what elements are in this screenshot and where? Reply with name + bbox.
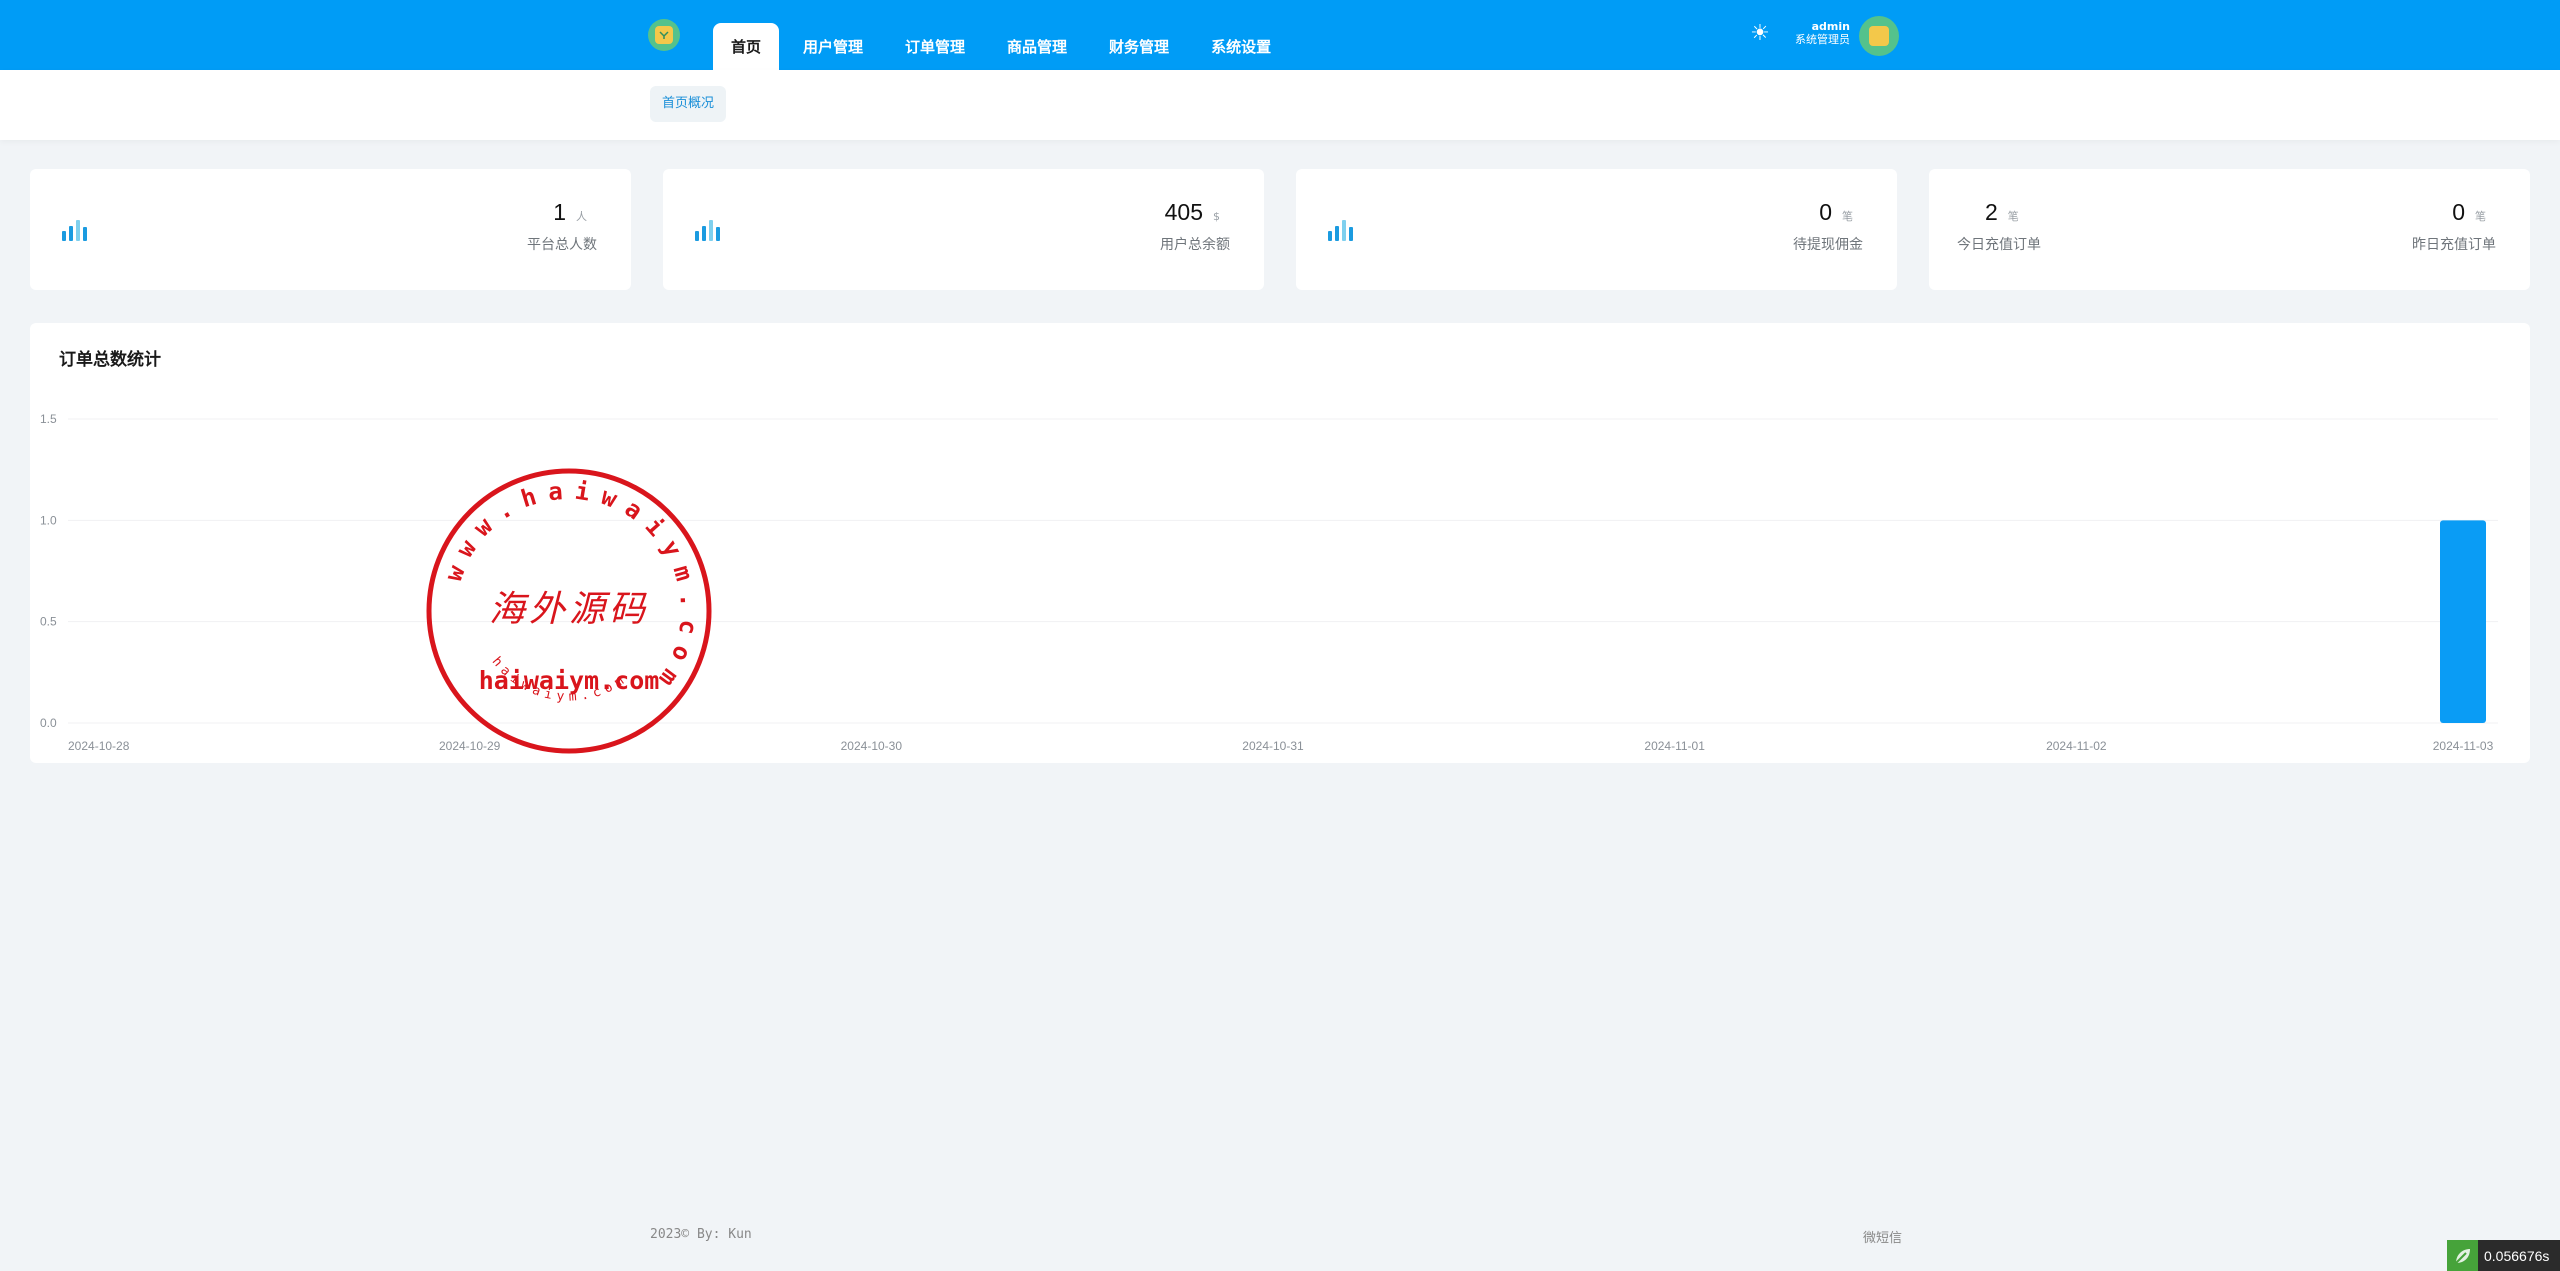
stat-pending-withdrawal: 0 笔 待提现佣金: [1793, 199, 1863, 254]
main-nav: 首页 用户管理 订单管理 商品管理 财务管理 系统设置: [713, 23, 1295, 70]
stat-unit: 笔: [1842, 210, 1853, 223]
y-tick-label: 0.5: [40, 615, 57, 629]
app-logo[interactable]: [648, 19, 680, 51]
stat-value: 0: [2452, 199, 2465, 225]
theme-toggle-sun-icon[interactable]: ☀: [1748, 22, 1772, 46]
footer-right-text[interactable]: 微短信: [1863, 1227, 1902, 1246]
stat-value: 0: [1819, 199, 1832, 225]
y-tick-label: 0.0: [40, 716, 57, 730]
stat-value: 2: [1985, 199, 1998, 225]
stat-card-total-users: 1 人 平台总人数: [30, 169, 631, 290]
stat-label: 今日充值订单: [1957, 237, 2041, 253]
order-bar-chart: 0.00.51.01.52024-10-28 2024-10-29 2024-10-…: [40, 412, 2498, 753]
x-tick-label: 2024-10-30: [841, 739, 903, 753]
stat-total-users: 1 人 平台总人数: [527, 199, 597, 254]
stat-today-recharge: 2 笔 今日充值订单: [1957, 199, 2041, 254]
footer-copyright: 2023© By: Kun: [650, 1227, 752, 1242]
stat-value: 1: [553, 199, 566, 225]
stat-label: 平台总人数: [527, 237, 597, 253]
stat-unit: $: [1213, 210, 1220, 223]
watermark-seal: www.haiwaiym.com 海外源码 haiwaiym.com haiwa…: [426, 468, 712, 754]
top-navbar: 首页 用户管理 订单管理 商品管理 财务管理 系统设置 ☀ admin 系统管理…: [0, 0, 2560, 70]
load-timer: 0.056676s: [2447, 1240, 2560, 1271]
nav-user-management[interactable]: 用户管理: [785, 23, 881, 70]
x-tick-label: 2024-11-03: [2433, 739, 2494, 753]
user-name: admin: [1811, 20, 1850, 33]
subtab-home-overview[interactable]: 首页概况: [650, 86, 727, 122]
x-tick-label: 2024-10-31: [1242, 739, 1304, 753]
stat-card-user-balance: 405 $ 用户总余额: [663, 169, 1264, 290]
nav-home[interactable]: 首页: [713, 23, 779, 70]
y-tick-label: 1.0: [40, 513, 57, 527]
avatar-icon: [1869, 26, 1889, 46]
leaf-icon: [2447, 1240, 2478, 1271]
x-tick-label: 2024-11-01: [1644, 739, 1705, 753]
nav-product-management[interactable]: 商品管理: [989, 23, 1085, 70]
stat-unit: 人: [576, 210, 587, 223]
stat-unit: 笔: [2007, 210, 2019, 223]
sub-tabs-bar: 首页概况: [0, 70, 2560, 140]
stat-unit: 笔: [2475, 210, 2486, 223]
bar-chart-icon: [1328, 220, 1353, 241]
load-time-value: 0.056676s: [2484, 1247, 2550, 1264]
stat-user-balance: 405 $ 用户总余额: [1160, 199, 1230, 254]
nav-finance-management[interactable]: 财务管理: [1091, 23, 1187, 70]
logo-icon: [655, 26, 673, 44]
bar-chart-icon: [62, 220, 87, 241]
nav-order-management[interactable]: 订单管理: [887, 23, 983, 70]
stat-label: 用户总余额: [1160, 237, 1230, 253]
stat-yesterday-recharge: 0 笔 昨日充值订单: [2412, 199, 2496, 254]
order-stats-chart-card: 订单总数统计 0.0 0.5 1.0 1.5 2024-10-28 2024-10-29 2…: [30, 323, 2530, 763]
stat-card-pending-withdrawal: 0 笔 待提现佣金: [1296, 169, 1897, 290]
user-info[interactable]: admin 系统管理员: [1780, 20, 1850, 46]
x-tick-label: 2024-10-28: [68, 739, 130, 753]
avatar[interactable]: [1859, 16, 1899, 56]
y-tick-label: 1.5: [40, 412, 57, 426]
chart-bar[interactable]: [2440, 520, 2486, 723]
stat-label: 待提现佣金: [1793, 237, 1863, 253]
stat-card-recharge-orders: 2 笔 今日充值订单 0 笔 昨日充值订单: [1929, 169, 2530, 290]
stat-value: 405: [1164, 199, 1203, 225]
seal-center-text: 海外源码: [489, 589, 649, 630]
nav-system-settings[interactable]: 系统设置: [1193, 23, 1289, 70]
x-tick-label: 2024-11-02: [2046, 739, 2107, 753]
user-role: 系统管理员: [1795, 33, 1850, 46]
bar-chart-icon: [695, 220, 720, 241]
stat-label: 昨日充值订单: [2412, 237, 2496, 253]
